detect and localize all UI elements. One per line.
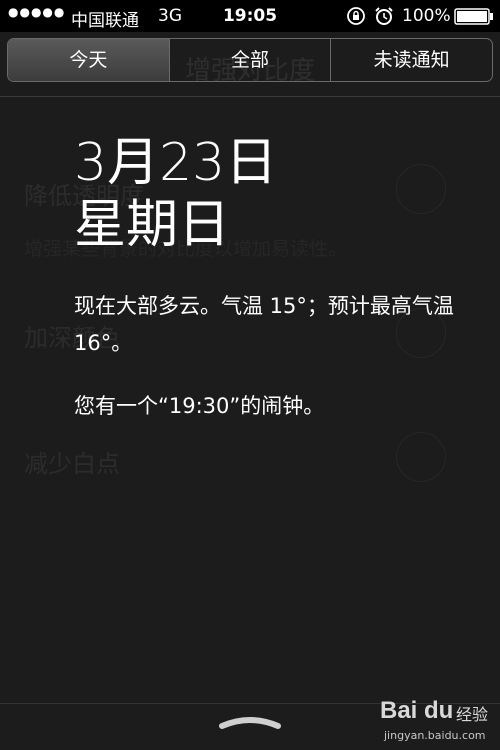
tab-missed[interactable]: 未读通知 (330, 39, 492, 81)
tab-all[interactable]: 全部 (168, 39, 331, 81)
weather-summary: 现在大部多云。气温 15°；预计最高气温 16°。 (74, 294, 454, 355)
alarm-clock-icon (375, 7, 393, 25)
rotation-lock-icon (347, 7, 365, 25)
watermark-name: 经验 (456, 705, 489, 724)
watermark: Bai du 经验 jingyan.baidu.com (380, 695, 498, 747)
divider (0, 96, 500, 97)
background-row-label: 减少白点 (24, 450, 120, 478)
background-settings-screen: ‹ 增强对比度 降低透明度 增强某些背景的对比度以增加易读性。 加深颜色 减少白… (0, 0, 500, 750)
notification-tabs: 今天 全部 未读通知 (7, 38, 493, 82)
alarm-summary: 您有一个“19:30”的闹钟。 (74, 394, 325, 418)
today-date: 3月23日 (74, 133, 278, 193)
status-bar: ●●●●● 中国联通 3G 19:05 100% (0, 0, 500, 32)
background-toggle (396, 432, 446, 482)
battery-icon (454, 8, 493, 25)
grabber-handle-icon[interactable] (218, 712, 282, 732)
today-weekday: 星期日 (74, 195, 231, 255)
watermark-url: jingyan.baidu.com (384, 729, 486, 742)
battery-percent: 100% (402, 6, 451, 26)
tab-today[interactable]: 今天 (8, 39, 169, 81)
background-toggle (396, 164, 446, 214)
watermark-logo: Bai du (380, 697, 454, 724)
